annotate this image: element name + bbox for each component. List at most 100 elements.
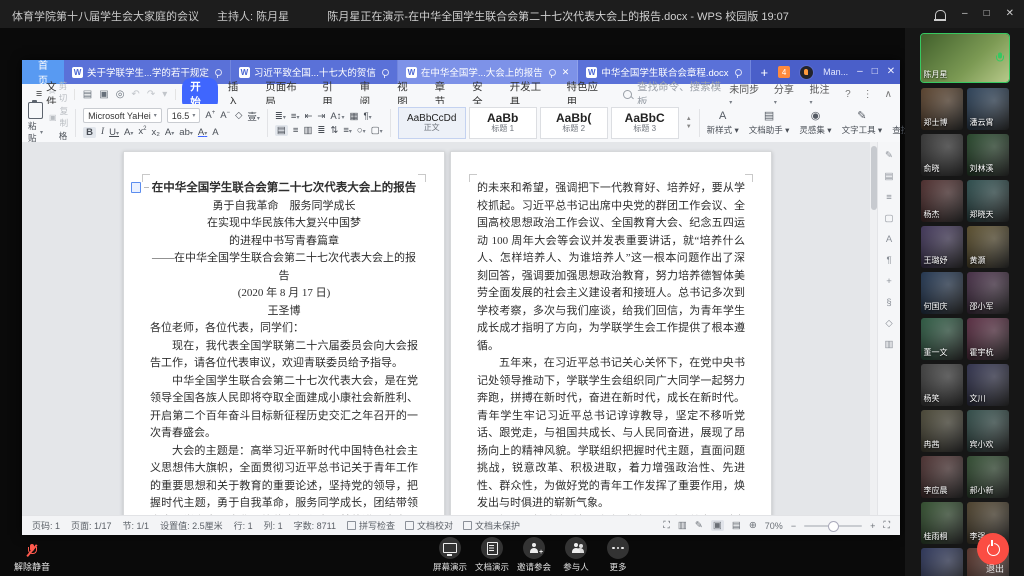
participant-tile[interactable]: 文川 xyxy=(967,364,1009,406)
border-button[interactable]: ▢▾ xyxy=(371,125,383,136)
presenter-tile[interactable]: 陈月星 xyxy=(921,34,1009,82)
bullet-list-button[interactable]: ≣▾ xyxy=(275,111,286,122)
participant-tile[interactable]: 俞晓 xyxy=(921,134,963,176)
tool-doc-assistant[interactable]: ▤文档助手 ▾ xyxy=(749,110,790,136)
side-panel-icon[interactable]: ¶ xyxy=(886,255,891,266)
fullscreen-icon[interactable]: ⛶ xyxy=(883,520,890,531)
action-invite[interactable]: +邀请参会 xyxy=(514,537,554,573)
redo-icon[interactable]: ↷ xyxy=(147,89,155,100)
document-page-left[interactable]: 在中华全国学生联合会第二十七次代表大会上的报告 勇于自我革命 服务同学成长在实现… xyxy=(123,151,445,516)
side-panel-icon[interactable]: ✎ xyxy=(885,150,893,161)
side-panel-icon[interactable]: ▤ xyxy=(885,171,894,182)
fit-page-icon[interactable]: ⛶ xyxy=(663,520,670,531)
subscript-button[interactable]: x₂ xyxy=(151,127,159,138)
side-panel-icon[interactable]: ◇ xyxy=(885,318,892,329)
save-icon[interactable]: ▤ xyxy=(83,89,92,100)
font-color-button[interactable]: A▾ xyxy=(198,127,207,138)
styles-up-icon[interactable]: ▲ xyxy=(686,116,692,122)
print-layout-icon[interactable]: ▣ xyxy=(711,520,724,531)
shrink-font-button[interactable]: A− xyxy=(220,110,230,121)
participant-tile[interactable]: 邵小军 xyxy=(967,272,1009,314)
preview-icon[interactable]: ◎ xyxy=(116,89,125,100)
highlight-button[interactable]: ab▾ xyxy=(179,127,193,138)
action-participants[interactable]: 参与人 xyxy=(556,537,596,573)
decrease-indent-button[interactable]: ⇤ xyxy=(304,111,312,122)
paragraph-mark-button[interactable]: ¶▾ xyxy=(363,111,371,122)
participant-tile[interactable]: 黄灏 xyxy=(967,226,1009,268)
action-screen-share[interactable]: 屏幕演示 xyxy=(430,537,470,573)
notification-bell-icon[interactable] xyxy=(935,10,946,19)
participant-tile[interactable]: 霍宇杭 xyxy=(967,318,1009,360)
wps-account-name[interactable]: Man... xyxy=(823,67,848,77)
edit-mode-icon[interactable]: ✎ xyxy=(695,520,703,531)
outline-view-icon[interactable]: ▤ xyxy=(732,520,741,531)
participant-tile[interactable]: 郑士博 xyxy=(921,88,963,130)
upgrade-badge-icon[interactable]: 4 xyxy=(778,66,790,78)
minimize-button[interactable]: – xyxy=(962,9,968,19)
phonetic-guide-button[interactable]: 壹▾ xyxy=(247,109,260,123)
shading-button[interactable]: ▦ xyxy=(350,111,359,122)
status-check[interactable]: 文档未保护 xyxy=(463,519,520,532)
participant-tile[interactable]: 杨杰 xyxy=(921,180,963,222)
align-right-button[interactable]: ▥ xyxy=(303,125,312,136)
clear-format-button[interactable]: ◇ xyxy=(235,110,242,121)
participant-tile[interactable]: 王璐妤 xyxy=(921,226,963,268)
text-effects-button[interactable]: A▾ xyxy=(165,127,174,138)
style-chip[interactable]: AaBbCcDd正文 xyxy=(398,107,466,139)
close-button[interactable]: ✕ xyxy=(1006,9,1014,19)
cut-button[interactable]: ✂剪切 xyxy=(49,80,68,104)
wps-close-button[interactable]: ✕ xyxy=(887,67,895,77)
copy-button[interactable]: ▣复制 xyxy=(49,105,68,129)
web-view-icon[interactable]: ⊕ xyxy=(749,520,757,531)
side-panel-icon[interactable]: ▥ xyxy=(885,339,894,350)
outline-bookmark-icon[interactable] xyxy=(131,182,149,193)
strikethrough-button[interactable]: A▾ xyxy=(124,127,133,138)
shading-color-button[interactable]: ○▾ xyxy=(357,125,366,136)
side-panel-icon[interactable]: § xyxy=(886,297,891,308)
wps-minimize-button[interactable]: – xyxy=(857,67,863,77)
side-panel-icon[interactable]: + xyxy=(886,276,892,287)
font-name-select[interactable]: Microsoft YaHei▾ xyxy=(83,108,162,123)
zoom-in-button[interactable]: + xyxy=(870,521,875,531)
line-spacing-button[interactable]: A↕▾ xyxy=(330,111,344,122)
more-menu-icon[interactable]: ⋮ xyxy=(863,89,873,100)
style-chip[interactable]: AaBb标题 1 xyxy=(469,107,537,139)
tool-new-style[interactable]: A新样式 ▾ xyxy=(707,110,739,136)
help-icon[interactable]: ? xyxy=(845,89,851,100)
superscript-button[interactable]: x2 xyxy=(138,126,146,137)
zoom-slider[interactable] xyxy=(804,525,862,527)
side-panel-icon[interactable]: A xyxy=(886,234,892,245)
exit-meeting-button[interactable] xyxy=(977,533,1009,565)
char-shading-button[interactable]: A xyxy=(212,127,218,138)
grow-font-button[interactable]: A+ xyxy=(205,110,215,121)
action-more[interactable]: 更多 xyxy=(598,537,638,573)
participant-tile[interactable]: 李应晨 xyxy=(921,456,963,498)
participant-tile[interactable]: 董一文 xyxy=(921,318,963,360)
align-left-button[interactable]: ▤ xyxy=(275,125,288,136)
wps-account-avatar[interactable] xyxy=(799,65,814,80)
participant-tile[interactable]: 郝小新 xyxy=(967,456,1009,498)
status-check[interactable]: 文档校对 xyxy=(405,519,453,532)
participant-tile[interactable]: 郑晓天 xyxy=(967,180,1009,222)
two-page-icon[interactable]: ▥ xyxy=(678,520,687,531)
font-size-select[interactable]: 16.5▾ xyxy=(167,108,201,123)
participant-tile[interactable]: 杨笑 xyxy=(921,364,963,406)
zoom-slider-knob[interactable] xyxy=(828,521,839,532)
document-page-right[interactable]: 的未来和希望，强调把下一代教育好、培养好，要从学校抓起。习近平总书记出席中央党的… xyxy=(450,151,772,516)
action-doc-share[interactable]: 文档演示 xyxy=(472,537,512,573)
participant-tile[interactable]: 刘林溪 xyxy=(967,134,1009,176)
side-panel-icon[interactable]: ≡ xyxy=(886,192,892,203)
participant-tile[interactable]: 何国庆 xyxy=(921,272,963,314)
participant-tile[interactable]: 冉茜 xyxy=(921,410,963,452)
distribute-button[interactable]: ⇅ xyxy=(330,125,338,136)
increase-indent-button[interactable]: ⇥ xyxy=(317,111,325,122)
justify-button[interactable]: ≣ xyxy=(317,125,325,136)
align-center-button[interactable]: ≡ xyxy=(293,125,299,136)
sort-button[interactable]: ≡▾ xyxy=(343,125,352,136)
print-icon[interactable]: ▣ xyxy=(99,89,108,100)
side-panel-icon[interactable]: ▢ xyxy=(885,213,894,224)
status-check[interactable]: 拼写检查 xyxy=(347,519,395,532)
style-chip[interactable]: AaBb(标题 2 xyxy=(540,107,608,139)
chevron-down-icon[interactable]: ▾ xyxy=(162,89,167,100)
underline-button[interactable]: U▾ xyxy=(109,127,119,138)
